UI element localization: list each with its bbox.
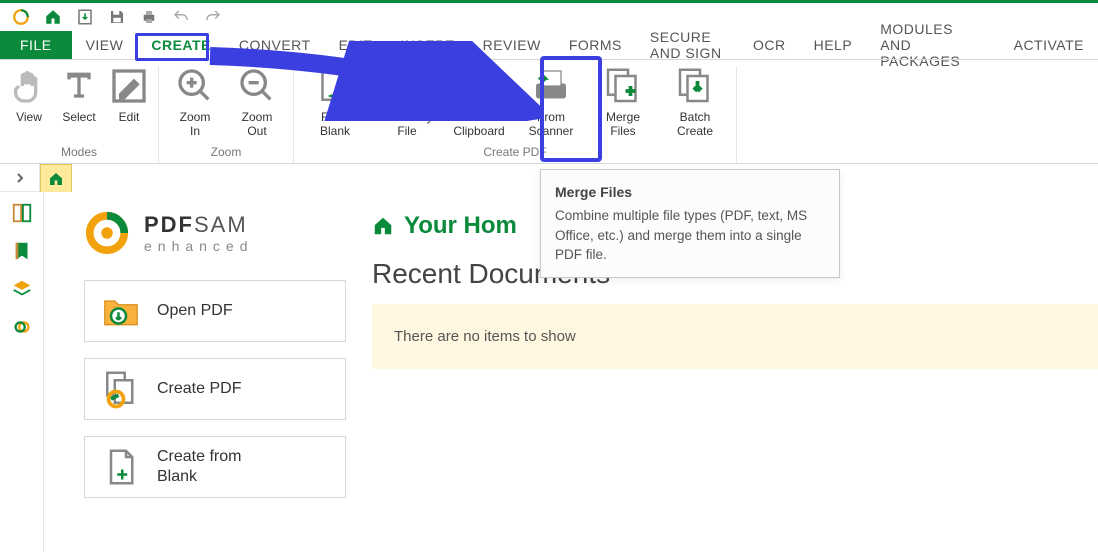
your-home-icon (372, 215, 394, 237)
menu-insert[interactable]: INSERT (386, 31, 468, 59)
tooltip-body: Combine multiple file types (PDF, text, … (555, 206, 825, 265)
folder-open-icon (101, 291, 141, 331)
ribbon-view-button[interactable]: View (8, 66, 50, 143)
your-home-title: Your Hom (404, 212, 517, 240)
print-icon[interactable] (138, 6, 160, 28)
ribbon-from-scanner-label: From Scanner (529, 110, 574, 138)
menu-forms[interactable]: FORMS (555, 31, 636, 59)
ribbon-group-createpdf: From Blank From Any File From Clipboard … (294, 66, 737, 163)
ribbon-edit-button[interactable]: Edit (108, 66, 150, 143)
undo-icon[interactable] (170, 6, 192, 28)
menu-file[interactable]: FILE (0, 31, 72, 59)
batch-create-icon (675, 66, 715, 106)
zoom-in-icon (175, 66, 215, 106)
ribbon-from-any-file-label: From Any File (381, 110, 432, 138)
ribbon-group-zoom: Zoom In Zoom Out Zoom (159, 66, 294, 163)
clipboard-icon (459, 66, 499, 106)
menu-create[interactable]: CREATE (137, 31, 225, 59)
pencil-icon (109, 66, 149, 106)
collapse-panel-button[interactable] (0, 164, 40, 192)
open-pdf-card[interactable]: Open PDF (84, 280, 346, 342)
app-logo-icon[interactable] (10, 6, 32, 28)
ribbon-view-label: View (16, 110, 42, 124)
ribbon-zoom-out-button[interactable]: Zoom Out (229, 66, 285, 143)
create-from-blank-card[interactable]: Create from Blank (84, 436, 346, 498)
ribbon-from-blank-button[interactable]: From Blank (302, 66, 368, 143)
ribbon-group-modes: View Select Edit Modes (0, 66, 159, 163)
scanner-icon (531, 66, 571, 106)
ribbon-from-scanner-button[interactable]: From Scanner (518, 66, 584, 143)
brand-swirl-icon (84, 210, 130, 256)
menubar: FILE VIEW CREATE CONVERT EDIT INSERT REV… (0, 31, 1098, 59)
open-icon[interactable] (74, 6, 96, 28)
brand-pdf: PDF (144, 212, 194, 237)
ribbon-select-label: Select (62, 110, 95, 124)
home-side-panel: PDFSAM enhanced Open PDF Create PDF Crea… (44, 192, 364, 552)
recent-documents-empty: There are no items to show (372, 304, 1098, 369)
save-icon[interactable] (106, 6, 128, 28)
tooltip-title: Merge Files (555, 182, 825, 202)
menu-ocr[interactable]: OCR (739, 31, 800, 59)
menu-secure-and-sign[interactable]: SECURE AND SIGN (636, 31, 739, 59)
bookmarks-panel-icon[interactable] (11, 240, 33, 262)
ribbon-from-any-file-button[interactable]: From Any File (374, 66, 440, 143)
menu-help[interactable]: HELP (800, 31, 867, 59)
ribbon-zoom-in-label: Zoom In (180, 110, 211, 138)
merge-files-icon (603, 66, 643, 106)
merge-files-tooltip: Merge Files Combine multiple file types … (540, 169, 840, 278)
home-tab[interactable] (40, 164, 72, 192)
brand-sub: enhanced (144, 238, 254, 254)
ribbon-from-clipboard-label: From Clipboard (453, 110, 504, 138)
ribbon: View Select Edit Modes Zoom In Zoom Out (0, 59, 1098, 164)
blank-page-icon (101, 447, 141, 487)
ribbon-group-zoom-label: Zoom (211, 143, 242, 163)
thumbnails-panel-icon[interactable] (11, 202, 33, 224)
menu-view[interactable]: VIEW (72, 31, 138, 59)
redo-icon[interactable] (202, 6, 224, 28)
ribbon-from-clipboard-button[interactable]: From Clipboard (446, 66, 512, 143)
menu-modules-and-packages[interactable]: MODULES AND PACKAGES (866, 31, 999, 59)
ribbon-from-blank-label: From Blank (320, 110, 350, 138)
create-pdf-card[interactable]: Create PDF (84, 358, 346, 420)
left-rail (0, 192, 44, 552)
ribbon-merge-files-button[interactable]: Merge Files (590, 66, 656, 143)
ribbon-zoom-out-label: Zoom Out (242, 110, 273, 138)
create-pdf-icon (101, 369, 141, 409)
attachments-panel-icon[interactable] (11, 316, 33, 338)
menu-activate[interactable]: ACTIVATE (1000, 31, 1098, 59)
brand-sam: SAM (194, 212, 248, 237)
menu-review[interactable]: REVIEW (469, 31, 555, 59)
ribbon-select-button[interactable]: Select (56, 66, 102, 143)
home-icon[interactable] (42, 6, 64, 28)
ribbon-zoom-in-button[interactable]: Zoom In (167, 66, 223, 143)
brand-logo: PDFSAM enhanced (84, 210, 346, 256)
ribbon-merge-files-label: Merge Files (606, 110, 640, 138)
menu-convert[interactable]: CONVERT (225, 31, 325, 59)
blank-doc-icon (315, 66, 355, 106)
layers-panel-icon[interactable] (11, 278, 33, 300)
zoom-out-icon (237, 66, 277, 106)
menu-edit[interactable]: EDIT (325, 31, 387, 59)
file-import-icon (387, 66, 427, 106)
ribbon-group-createpdf-label: Create PDF (483, 143, 546, 163)
open-pdf-label: Open PDF (157, 301, 233, 321)
create-from-blank-label: Create from Blank (157, 447, 241, 487)
ribbon-batch-create-label: Batch Create (677, 110, 713, 138)
create-pdf-label: Create PDF (157, 379, 241, 399)
text-select-icon (59, 66, 99, 106)
ribbon-batch-create-button[interactable]: Batch Create (662, 66, 728, 143)
ribbon-edit-label: Edit (119, 110, 140, 124)
hand-icon (9, 66, 49, 106)
ribbon-group-modes-label: Modes (61, 143, 97, 163)
